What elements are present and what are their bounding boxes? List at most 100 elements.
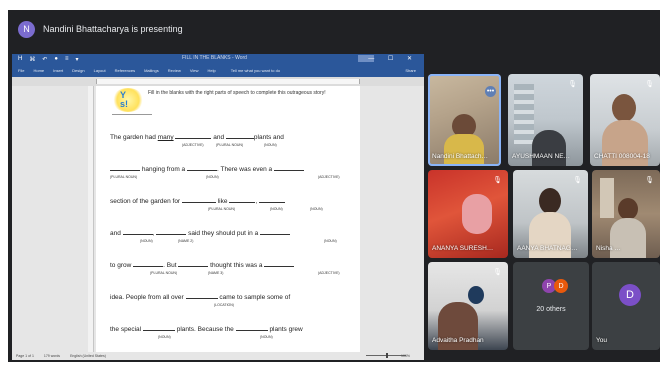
tab-help: Help: [207, 68, 216, 73]
story-line-6: idea. People from all over came to sampl…: [110, 292, 290, 301]
word-status-bar: Page 1 of 1 179 words English (United St…: [12, 352, 424, 360]
label-noun: (NOUN): [140, 239, 153, 243]
blank: [122, 228, 153, 235]
more-options-icon[interactable]: •••: [485, 86, 496, 97]
screenshot-frame: N Nandini Bhattacharya is presenting H ⌘…: [0, 0, 667, 367]
mic-muted-icon: 🎙: [573, 177, 582, 184]
story-text: to grow: [110, 262, 132, 269]
blank: [181, 196, 216, 203]
label-noun: (NOUN): [270, 207, 283, 211]
story-text: plants and: [253, 134, 284, 141]
story-line-4: and , said they should put in a: [110, 228, 291, 237]
blank: [178, 260, 209, 267]
undo-icon: ↶: [42, 56, 48, 63]
mic-muted-icon: 🎙: [493, 177, 502, 184]
story-line-3: section of the garden for like ,: [110, 196, 285, 205]
tab-file: File: [18, 68, 25, 73]
save-icon: H: [18, 56, 23, 62]
tab-mailings: Mailings: [144, 68, 159, 73]
presenting-banner: N Nandini Bhattacharya is presenting: [8, 10, 660, 48]
story-text: came to sample some of: [219, 294, 291, 301]
tab-insert: Insert: [53, 68, 64, 73]
shared-screen-word[interactable]: H ⌘ ↶ ● ≡ ▾ FILL IN THE BLANKS - Word — …: [12, 54, 424, 360]
blank: [260, 228, 291, 235]
participant-tile-nisha[interactable]: 🎙 Nisha …: [592, 170, 660, 258]
label-adjective: (ADJECTIVE): [318, 175, 340, 179]
blank: [110, 164, 140, 171]
participant-video-background: [600, 178, 614, 218]
participant-name: ANANYA SURESH…: [432, 245, 494, 252]
label-plural-noun: (PLURAL NOUN): [110, 175, 138, 179]
ruler-strip: [96, 79, 360, 84]
tab-references: References: [114, 68, 136, 73]
status-page: Page 1 of 1: [16, 354, 34, 358]
label-adjective: (ADJECTIVE): [182, 143, 204, 147]
label-noun: (NOUN): [310, 207, 323, 211]
story-text: plants grew: [269, 326, 303, 333]
blank: [273, 164, 304, 171]
participant-name: You: [596, 337, 607, 344]
mic-muted-icon: 🎙: [645, 81, 654, 88]
participant-name: AANYA BHATNAG…: [517, 245, 578, 252]
story-text: ,: [152, 230, 155, 237]
tab-design: Design: [72, 68, 85, 73]
format-icon: ≡: [65, 56, 69, 62]
story-text: and: [110, 230, 121, 237]
mic-muted-icon: 🎙: [493, 269, 502, 276]
participant-tile-ananya[interactable]: 🎙 ANANYA SURESH…: [428, 170, 508, 258]
participant-video-figure: [612, 94, 636, 122]
label-noun: (NOUN): [158, 335, 171, 339]
story-text: . But: [163, 262, 177, 269]
participant-tile-ayushmaan[interactable]: 🎙 AYUSHMAAN NE…: [508, 74, 583, 166]
customize-icon: ▾: [75, 56, 79, 63]
others-count-label: 20 others: [536, 306, 566, 313]
participant-tile-chatti[interactable]: 🎙 CHATTI 008004-18: [590, 74, 660, 166]
horizontal-ruler: [12, 77, 424, 86]
label-location: (LOCATION): [214, 303, 234, 307]
blank: [142, 324, 175, 331]
tab-home: Home: [33, 68, 45, 73]
presenter-avatar: N: [18, 20, 35, 38]
tab-review: Review: [167, 68, 181, 73]
story-text: and: [213, 134, 225, 141]
participant-tile-aanya[interactable]: 🎙 AANYA BHATNAG…: [513, 170, 588, 258]
label-noun: (NOUN): [260, 335, 273, 339]
participant-tile-nandini[interactable]: ••• Nandini Bhattach…: [428, 74, 501, 166]
status-language: English (United States): [70, 354, 106, 358]
participant-tile-you[interactable]: D You: [592, 262, 660, 350]
label-plural-noun: (PLURAL NOUN): [208, 207, 236, 211]
document-page: Y s! Fill in the blanks with the right p…: [96, 86, 360, 360]
zoom-level: 100%: [401, 354, 410, 358]
story-text: hanging from a: [141, 166, 186, 173]
participant-video-figure: [468, 286, 484, 304]
blank: [175, 132, 212, 139]
story-text: idea. People from all over: [110, 294, 184, 301]
blank: [229, 196, 256, 203]
participant-tile-advaitha[interactable]: 🎙 Advaitha Pradhan: [428, 262, 508, 350]
blank: [133, 260, 164, 267]
label-noun: (NOUN): [206, 175, 219, 179]
story-text: the special: [110, 326, 142, 333]
story-text-underlined: many: [157, 134, 174, 141]
vertical-ruler: [88, 86, 94, 360]
worksheet-instruction: Fill in the blanks with the right parts …: [148, 90, 326, 96]
label-plural-noun: (PLURAL NOUN): [150, 271, 178, 275]
others-avatars: P D: [542, 279, 568, 293]
presenting-text: Nandini Bhattacharya is presenting: [43, 24, 183, 34]
participant-name: Advaitha Pradhan: [432, 337, 484, 344]
label-noun: (NOUN): [264, 143, 277, 147]
self-avatar: D: [619, 284, 641, 306]
participant-avatar: D: [554, 279, 568, 293]
label-name-3: (NAME 3): [208, 271, 224, 275]
participant-video-figure: [539, 188, 561, 214]
meeting-window: N Nandini Bhattacharya is presenting H ⌘…: [8, 10, 660, 362]
sticker-graphic: Y s!: [112, 88, 144, 112]
participant-name: Nandini Bhattach…: [432, 153, 489, 160]
participant-video-figure: [618, 198, 638, 220]
status-words: 179 words: [43, 354, 61, 358]
blank: [156, 228, 187, 235]
participant-tile-others[interactable]: P D 20 others: [513, 262, 589, 350]
mic-muted-icon: 🎙: [568, 81, 577, 88]
story-line-2: hanging from a . There was even a: [110, 164, 304, 173]
story-line-5: to grow . But thought this was a: [110, 260, 295, 269]
